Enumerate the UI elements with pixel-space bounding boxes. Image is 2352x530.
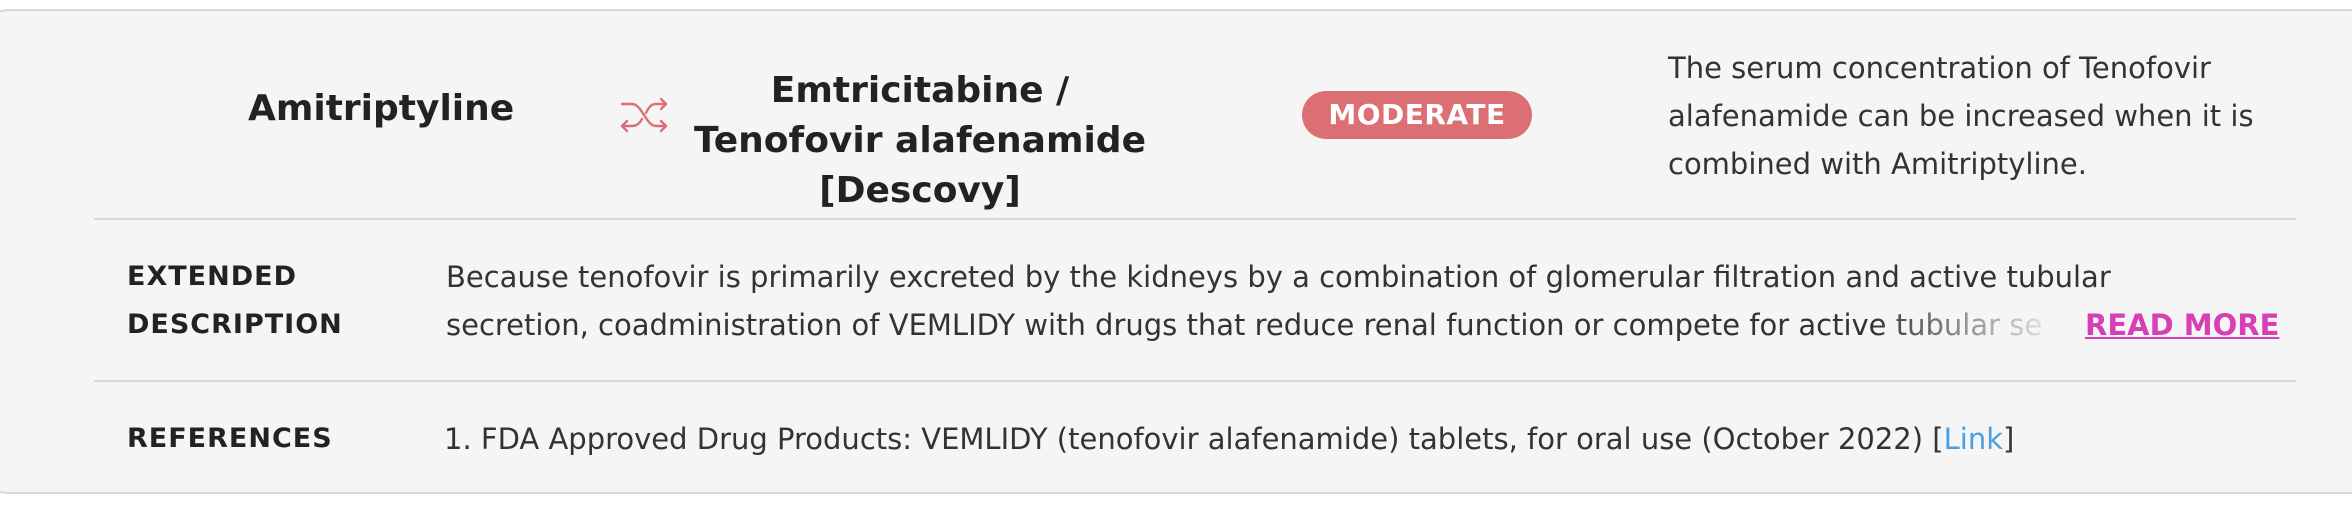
reference-text: 1. FDA Approved Drug Products: VEMLIDY (… (444, 422, 1944, 456)
reference-bracket: ] (2003, 422, 2015, 456)
severity-badge: MODERATE (1302, 91, 1532, 139)
divider (94, 218, 2296, 220)
divider (94, 380, 2296, 382)
extended-description-label: EXTENDED DESCRIPTION (127, 261, 343, 340)
read-more-link[interactable]: READ MORE (2085, 301, 2279, 349)
reference-item: 1. FDA Approved Drug Products: VEMLIDY (… (444, 415, 2014, 463)
drug-b-name: Emtricitabine / Tenofovir alafenamide [D… (693, 70, 1146, 211)
extended-description-line-1: Because tenofovir is primarily excreted … (446, 260, 2111, 294)
swap-arrows-icon (620, 97, 668, 133)
extended-description-text: Because tenofovir is primarily excreted … (446, 253, 2286, 349)
extended-description-line-2: secretion, coadministration of VEMLIDY w… (446, 308, 2043, 342)
drug-a-name: Amitriptyline (248, 88, 515, 129)
interaction-summary: The serum concentration of Tenofovir ala… (1668, 51, 2254, 181)
references-label: REFERENCES (127, 423, 333, 454)
interaction-summary-row: Amitriptyline Emtricitabine / Tenofovir … (0, 0, 2352, 211)
reference-link[interactable]: Link (1944, 422, 2003, 456)
